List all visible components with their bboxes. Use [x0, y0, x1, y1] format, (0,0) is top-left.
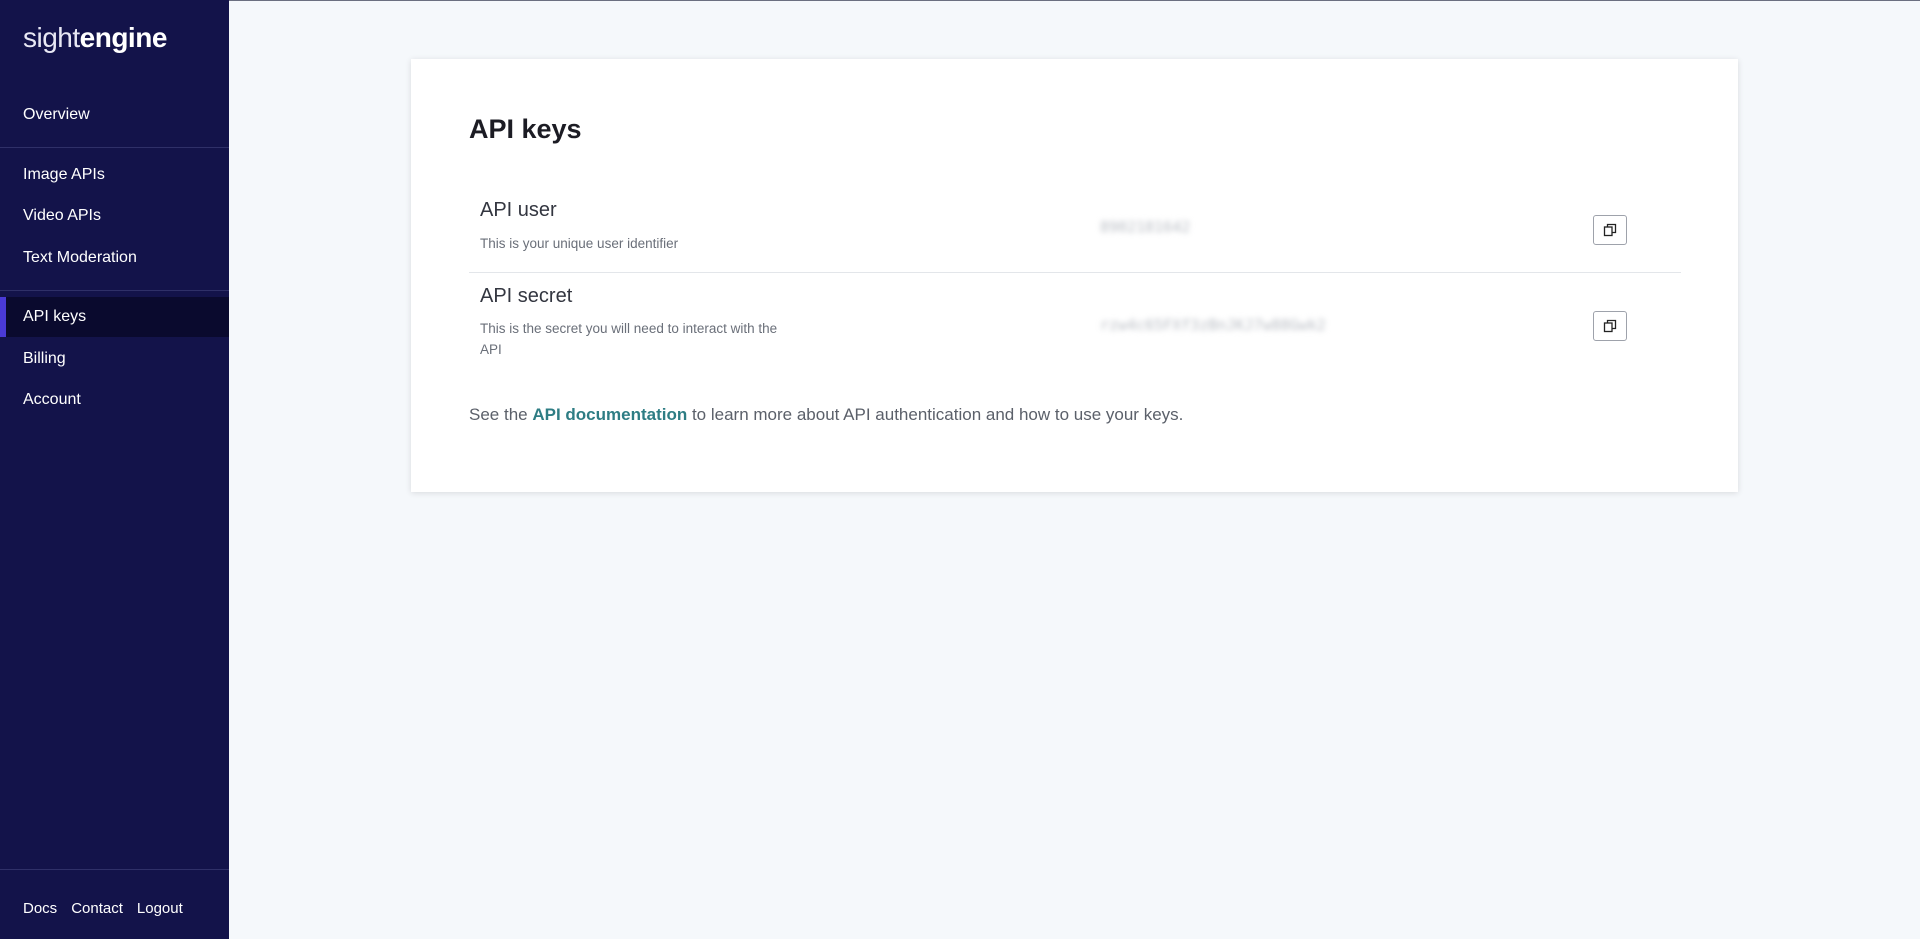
sidebar-divider: [0, 147, 229, 148]
footer-link-logout[interactable]: Logout: [137, 900, 183, 917]
logo-light-text: sight: [23, 22, 80, 53]
api-user-label: API user: [480, 199, 557, 221]
copy-api-user-button[interactable]: [1593, 215, 1627, 245]
top-border: [0, 0, 1920, 1]
sidebar-footer-divider: [0, 869, 229, 870]
doc-prefix: See the: [469, 405, 533, 424]
api-user-value[interactable]: 8902181642: [1100, 218, 1190, 236]
sidebar-item-label: Billing: [23, 350, 66, 367]
copy-icon: [1603, 223, 1617, 237]
documentation-note: See the API documentation to learn more …: [469, 405, 1183, 425]
sidebar-item-label: Video APIs: [23, 207, 101, 224]
page-title: API keys: [469, 114, 582, 144]
sidebar-divider: [0, 290, 229, 291]
sidebar-item-billing[interactable]: Billing: [0, 339, 229, 379]
doc-suffix: to learn more about API authentication a…: [687, 405, 1184, 424]
api-keys-card: API keys API user This is your unique us…: [411, 59, 1738, 492]
sidebar-item-api-keys[interactable]: API keys: [0, 297, 229, 337]
api-user-description: This is your unique user identifier: [480, 236, 679, 251]
api-documentation-link[interactable]: API documentation: [532, 405, 687, 424]
sidebar-item-account[interactable]: Account: [0, 380, 229, 420]
sidebar-footer: Docs Contact Logout: [23, 900, 183, 917]
api-secret-row: API secret This is the secret you will n…: [469, 273, 1681, 373]
footer-link-docs[interactable]: Docs: [23, 900, 57, 917]
sidebar-item-overview[interactable]: Overview: [0, 95, 229, 135]
sidebar-item-image-apis[interactable]: Image APIs: [0, 155, 229, 195]
sidebar-item-label: Image APIs: [23, 166, 105, 183]
sidebar-item-video-apis[interactable]: Video APIs: [0, 196, 229, 236]
sidebar-item-label: Overview: [23, 106, 90, 123]
logo-bold-text: engine: [79, 22, 168, 53]
sidebar-item-text-moderation[interactable]: Text Moderation: [0, 238, 229, 278]
api-user-row: API user This is your unique user identi…: [469, 199, 1681, 273]
api-secret-description: This is the secret you will need to inte…: [480, 321, 778, 357]
sidebar-item-label: API keys: [23, 308, 87, 325]
footer-link-contact[interactable]: Contact: [71, 900, 123, 917]
copy-icon: [1603, 319, 1617, 333]
api-secret-value[interactable]: rzw4c65FXf3zBnJKJ7w88Gwk2: [1100, 316, 1326, 334]
sidebar-item-label: Account: [23, 391, 81, 408]
sidebar-item-label: Text Moderation: [23, 249, 137, 266]
copy-api-secret-button[interactable]: [1593, 311, 1627, 341]
sidebar: sightengine Overview Image APIs Video AP…: [0, 0, 229, 939]
sightengine-logo[interactable]: sightengine: [23, 22, 167, 54]
api-secret-label: API secret: [480, 285, 573, 307]
